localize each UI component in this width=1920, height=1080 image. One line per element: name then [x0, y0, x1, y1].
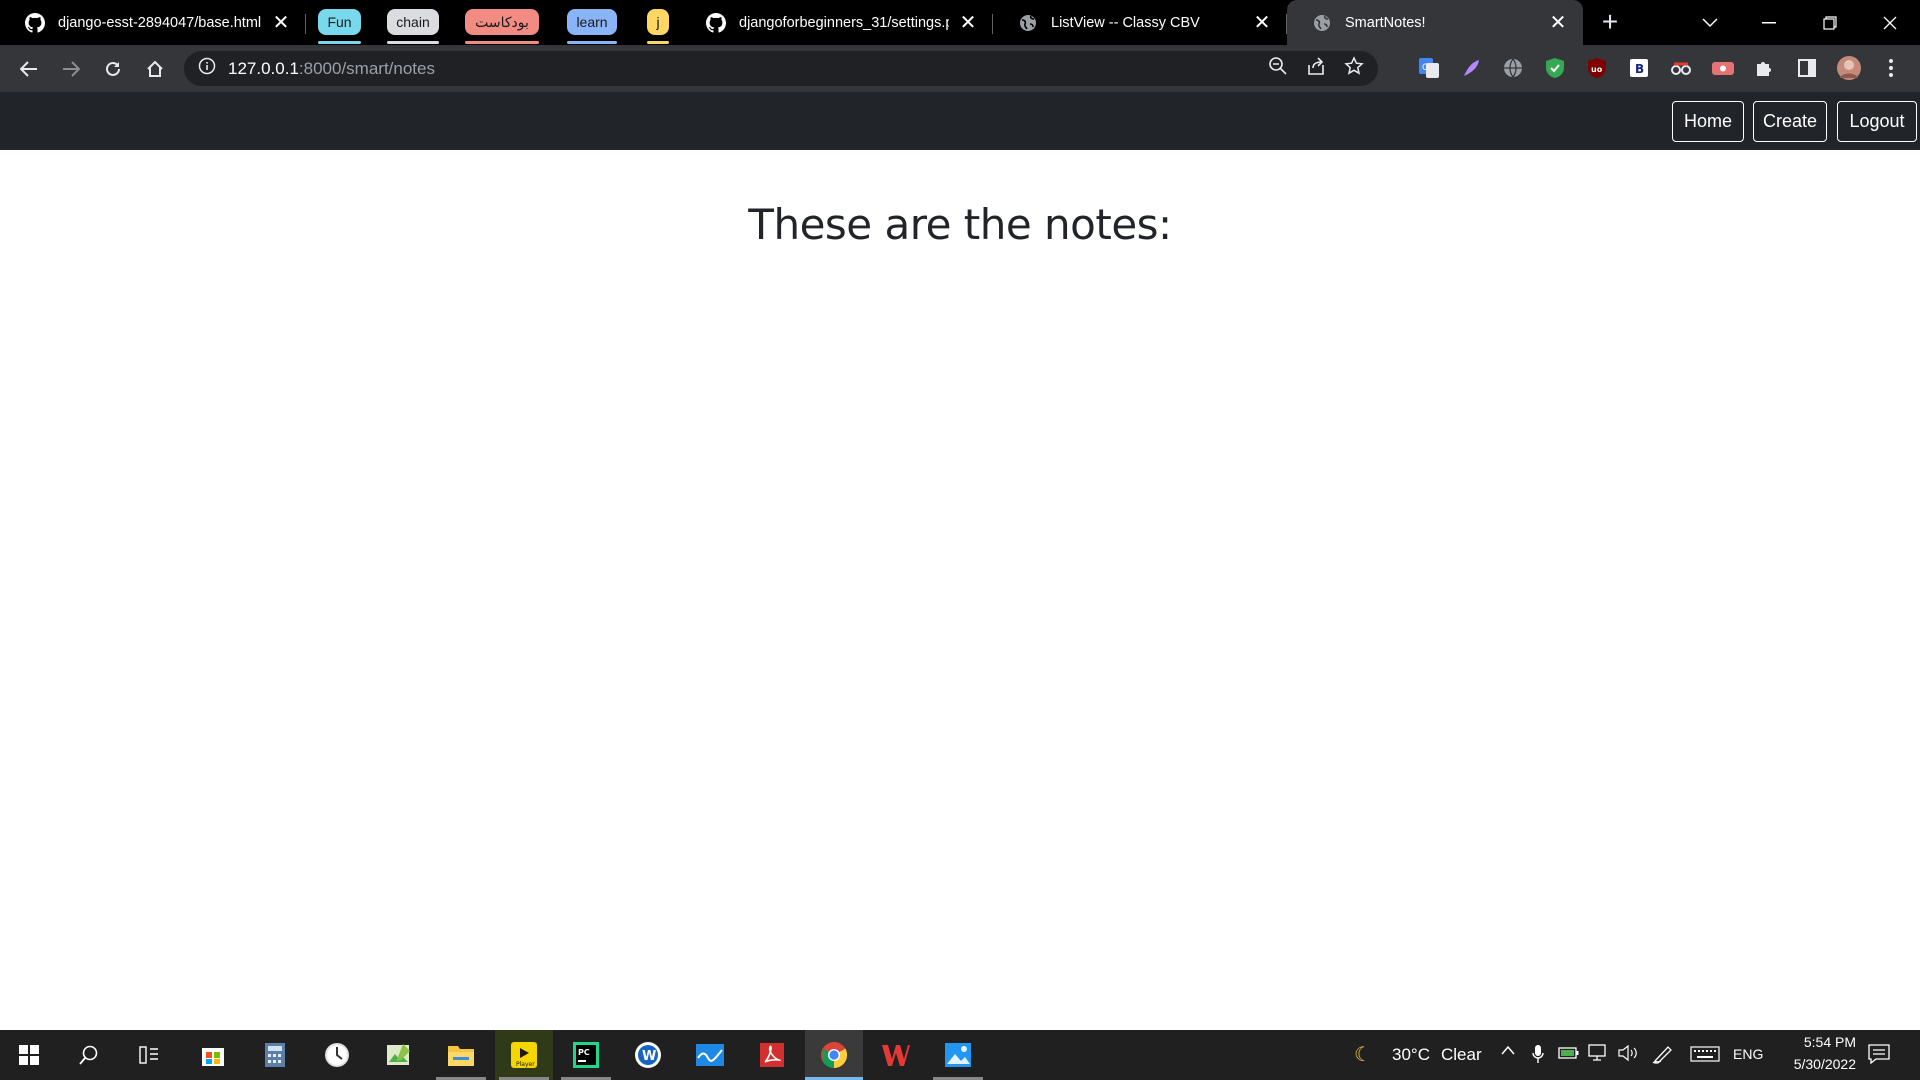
browser-tab[interactable]: djangoforbeginners_31/settings.p ✕: [681, 0, 993, 45]
microphone-icon[interactable]: [1532, 1044, 1544, 1068]
keyboard-icon[interactable]: [1690, 1046, 1720, 1066]
chrome-menu-icon[interactable]: [1878, 55, 1904, 81]
ublock-icon[interactable]: uo: [1584, 55, 1610, 81]
tab-title: djangoforbeginners_31/settings.p: [739, 14, 949, 31]
tab-title: django-esst-2894047/base.html a: [58, 14, 262, 31]
volume-icon[interactable]: [1618, 1044, 1640, 1066]
close-icon[interactable]: ✕: [270, 12, 292, 34]
home-browser-button[interactable]: [134, 51, 176, 87]
image-editor-icon[interactable]: [370, 1030, 428, 1080]
glasses-extension-icon[interactable]: [1668, 55, 1694, 81]
home-button[interactable]: Home: [1672, 101, 1744, 142]
share-icon[interactable]: [1306, 56, 1326, 81]
notifications-icon[interactable]: [1868, 1044, 1890, 1068]
tab-group-podcast[interactable]: بودکاست: [465, 9, 539, 44]
chart-app-icon[interactable]: [681, 1030, 739, 1080]
github-icon: [24, 12, 46, 34]
zoom-icon[interactable]: [1268, 56, 1288, 81]
github-icon: [705, 12, 727, 34]
tab-group-label: j: [656, 14, 660, 30]
close-icon[interactable]: ✕: [1547, 12, 1569, 34]
new-tab-button[interactable]: +: [1589, 4, 1631, 40]
vpn-extension-icon[interactable]: [1710, 55, 1736, 81]
create-button[interactable]: Create: [1753, 101, 1827, 142]
search-icon[interactable]: [60, 1030, 118, 1080]
tab-group-label: بودکاست: [475, 13, 529, 30]
b-extension-icon[interactable]: B: [1626, 55, 1652, 81]
clock-date[interactable]: 5/30/2022: [1776, 1056, 1856, 1072]
chevron-up-icon[interactable]: [1500, 1043, 1516, 1060]
kmplayer-icon[interactable]: Player: [495, 1030, 553, 1080]
url-text: 127.0.0.1:8000/smart/notes: [228, 59, 435, 79]
moon-icon: ☾: [1354, 1044, 1372, 1066]
tab-title: SmartNotes!: [1345, 14, 1426, 31]
acrobat-icon[interactable]: [743, 1030, 801, 1080]
google-translate-icon[interactable]: G: [1416, 55, 1442, 81]
file-explorer-icon[interactable]: [432, 1030, 490, 1080]
svg-text:PC: PC: [578, 1048, 590, 1057]
battery-icon[interactable]: [1558, 1045, 1580, 1065]
shield-icon[interactable]: [1542, 55, 1568, 81]
photos-app-icon[interactable]: [929, 1030, 987, 1080]
tab-group-learn[interactable]: learn: [567, 9, 617, 44]
back-button[interactable]: [8, 51, 50, 87]
clock-time[interactable]: 5:54 PM: [1786, 1034, 1856, 1050]
tab-group-label: chain: [396, 14, 430, 30]
browser-tab[interactable]: django-esst-2894047/base.html a ✕: [0, 0, 306, 45]
side-panel-icon[interactable]: [1794, 55, 1820, 81]
tab-group-chain[interactable]: chain: [387, 9, 439, 44]
svg-text:Player: Player: [516, 1061, 535, 1068]
weather-desc[interactable]: Clear: [1441, 1045, 1482, 1065]
svg-text:W: W: [642, 1049, 656, 1064]
info-icon[interactable]: [198, 57, 216, 80]
close-window-button[interactable]: [1860, 0, 1920, 45]
page-title: These are the notes:: [748, 200, 1172, 249]
forward-button[interactable]: [50, 51, 92, 87]
start-button[interactable]: [0, 1030, 58, 1080]
windows-taskbar: Player PC W ☾ 30°C Clear ENG 5:54 PM 5/3…: [0, 1030, 1920, 1080]
close-icon[interactable]: ✕: [957, 12, 979, 34]
tab-title: ListView -- Classy CBV: [1051, 14, 1200, 31]
url-path: :8000/smart/notes: [298, 58, 435, 78]
network-icon[interactable]: [1588, 1044, 1610, 1066]
svg-text:G: G: [1422, 63, 1429, 73]
tab-group-label: learn: [576, 14, 608, 30]
svg-text:uo: uo: [1591, 65, 1603, 74]
task-view-icon[interactable]: [120, 1030, 178, 1080]
globe-icon: [1311, 12, 1333, 34]
address-bar[interactable]: 127.0.0.1:8000/smart/notes: [184, 51, 1378, 86]
site-navbar: Home Create Logout: [0, 92, 1920, 150]
minimize-button[interactable]: [1739, 0, 1799, 45]
globe-icon: [1017, 12, 1039, 34]
logout-button[interactable]: Logout: [1837, 101, 1917, 142]
restore-button[interactable]: [1800, 0, 1860, 45]
close-icon[interactable]: ✕: [1251, 12, 1273, 34]
browser-toolbar: 127.0.0.1:8000/smart/notes G uo B: [0, 45, 1920, 92]
weather-temp[interactable]: 30°C: [1392, 1045, 1430, 1065]
wps-office-icon[interactable]: [867, 1030, 925, 1080]
tab-search-button[interactable]: [1680, 0, 1740, 45]
tab-group-fun[interactable]: Fun: [318, 9, 361, 44]
svg-text:B: B: [1635, 62, 1644, 76]
globe-extension-icon[interactable]: [1500, 55, 1526, 81]
browser-tab-active[interactable]: SmartNotes! ✕: [1287, 0, 1583, 45]
tab-group-label: Fun: [327, 14, 352, 30]
profile-avatar[interactable]: [1836, 55, 1862, 81]
feather-extension-icon[interactable]: [1458, 55, 1484, 81]
clock-app-icon[interactable]: [308, 1030, 366, 1080]
bookmark-star-icon[interactable]: [1344, 56, 1364, 81]
pycharm-icon[interactable]: PC: [557, 1030, 615, 1080]
tab-group-j[interactable]: j: [647, 9, 669, 44]
extensions-puzzle-icon[interactable]: [1752, 55, 1778, 81]
calculator-icon[interactable]: [246, 1030, 304, 1080]
word-app-icon[interactable]: W: [619, 1030, 677, 1080]
chrome-icon[interactable]: [805, 1030, 863, 1080]
reload-button[interactable]: [92, 51, 134, 87]
browser-tab[interactable]: ListView -- Classy CBV ✕: [993, 0, 1287, 45]
pen-icon[interactable]: [1652, 1044, 1674, 1068]
url-host: 127.0.0.1: [228, 58, 299, 78]
browser-tab-strip: django-esst-2894047/base.html a ✕ Fun ch…: [0, 0, 1920, 45]
language-indicator[interactable]: ENG: [1733, 1046, 1763, 1062]
ms-store-icon[interactable]: [184, 1030, 242, 1080]
